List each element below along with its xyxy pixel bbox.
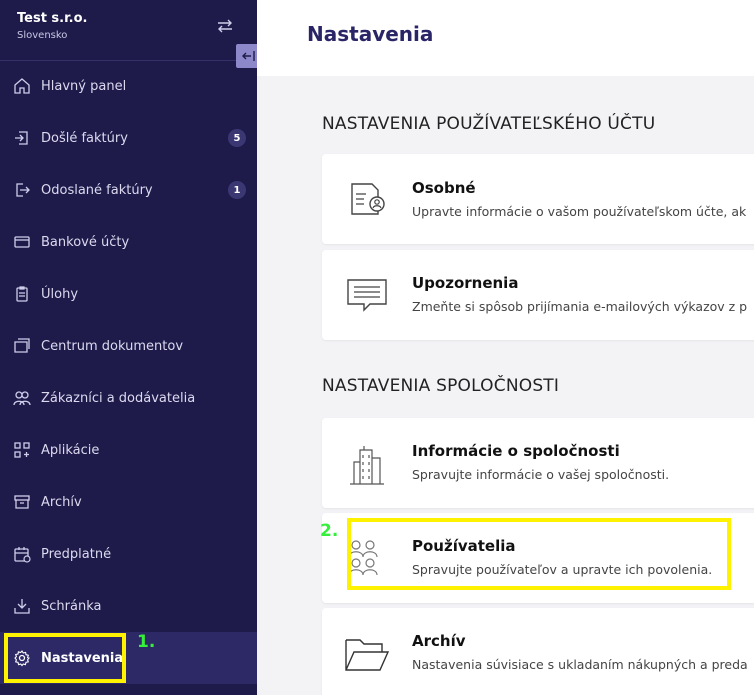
card-users[interactable]: Používatelia Spravujte používateľov a up…	[322, 513, 754, 603]
sidebar-item-label: Archív	[41, 494, 82, 510]
count-badge: 1	[228, 181, 246, 199]
calendar-icon	[12, 544, 32, 564]
sidebar-item-label: Úlohy	[41, 286, 79, 302]
sidebar-item-label: Aplikácie	[41, 442, 100, 458]
bank-card-icon	[12, 232, 32, 252]
sidebar-item-customers-suppliers[interactable]: Zákazníci a dodávatelia	[0, 372, 257, 424]
folder-icon	[345, 639, 390, 671]
sidebar-item-label: Centrum dokumentov	[41, 338, 184, 354]
card-description: Upravte informácie o vašom používateľsko…	[412, 204, 747, 219]
users-group-icon	[348, 540, 378, 576]
company-country: Slovensko	[17, 30, 68, 41]
sidebar-item-archive[interactable]: Archív	[0, 476, 257, 528]
sidebar-item-label: Schránka	[41, 598, 102, 614]
section-title-account: NASTAVENIA POUŽÍVATEĽSKÉHO ÚČTU	[322, 114, 656, 134]
sidebar-nav: Hlavný panel Došlé faktúry 5 Odoslané fa…	[0, 60, 257, 684]
sidebar-item-bank-accounts[interactable]: Bankové účty	[0, 216, 257, 268]
step-label-1: 1.	[137, 632, 156, 652]
switch-arrows-icon[interactable]	[216, 19, 234, 33]
sidebar-item-settings[interactable]: Nastavenia	[0, 632, 257, 684]
sidebar-item-label: Došlé faktúry	[41, 130, 128, 146]
sidebar-item-label: Nastavenia	[41, 650, 124, 666]
card-description: Nastavenia súvisiace s ukladaním nákupný…	[412, 657, 748, 672]
card-personal[interactable]: Osobné Upravte informácie o vašom použív…	[322, 154, 754, 244]
sidebar-item-label: Predplatné	[41, 546, 112, 562]
card-title: Upozornenia	[412, 274, 519, 292]
users-icon	[12, 388, 32, 408]
gear-icon	[12, 648, 32, 668]
step-label-2: 2.	[320, 521, 339, 541]
inbox-icon	[12, 596, 32, 616]
card-description: Zmeňte si spôsob prijímania e-mailových …	[412, 299, 748, 314]
sidebar-item-outgoing-invoices[interactable]: Odoslané faktúry 1	[0, 164, 257, 216]
sidebar-item-label: Bankové účty	[41, 234, 130, 250]
documents-icon	[12, 336, 32, 356]
sidebar-item-label: Zákazníci a dodávatelia	[41, 390, 196, 406]
card-title: Používatelia	[412, 537, 516, 555]
sidebar-item-subscription[interactable]: Predplatné	[0, 528, 257, 580]
section-title-company: NASTAVENIA SPOLOČNOSTI	[322, 376, 560, 396]
card-archive[interactable]: Archív Nastavenia súvisiace s ukladaním …	[322, 608, 754, 695]
card-title: Informácie o spoločnosti	[412, 442, 620, 460]
card-company-info[interactable]: Informácie o spoločnosti Spravujte infor…	[322, 418, 754, 508]
sidebar-item-document-center[interactable]: Centrum dokumentov	[0, 320, 257, 372]
header: Nastavenia	[257, 0, 754, 76]
company-switcher[interactable]: Test s.r.o. Slovensko	[17, 11, 87, 41]
card-title: Osobné	[412, 179, 476, 197]
sidebar: Test s.r.o. Slovensko Hlavný panel Došlé…	[0, 0, 260, 695]
card-description: Spravujte používateľov a upravte ich pov…	[412, 562, 713, 577]
outgoing-invoice-icon	[12, 180, 32, 200]
message-icon	[347, 279, 387, 312]
page-title: Nastavenia	[307, 22, 434, 46]
incoming-invoice-icon	[12, 128, 32, 148]
archive-icon	[12, 492, 32, 512]
apps-icon	[12, 440, 32, 460]
card-title: Archív	[412, 632, 466, 650]
sidebar-item-apps[interactable]: Aplikácie	[0, 424, 257, 476]
card-description: Spravujte informácie o vašej spoločnosti…	[412, 467, 670, 482]
sidebar-item-dashboard[interactable]: Hlavný panel	[0, 60, 257, 112]
building-icon	[350, 446, 384, 485]
count-badge: 5	[228, 129, 246, 147]
sidebar-item-incoming-invoices[interactable]: Došlé faktúry 5	[0, 112, 257, 164]
sidebar-item-label: Hlavný panel	[41, 78, 127, 94]
sidebar-item-inbox[interactable]: Schránka	[0, 580, 257, 632]
card-notifications[interactable]: Upozornenia Zmeňte si spôsob prijímania …	[322, 250, 754, 340]
sidebar-item-label: Odoslané faktúry	[41, 182, 153, 198]
home-icon	[12, 76, 32, 96]
personal-document-icon	[351, 183, 385, 215]
clipboard-icon	[12, 284, 32, 304]
sidebar-item-tasks[interactable]: Úlohy	[0, 268, 257, 320]
company-name: Test s.r.o.	[17, 11, 88, 26]
